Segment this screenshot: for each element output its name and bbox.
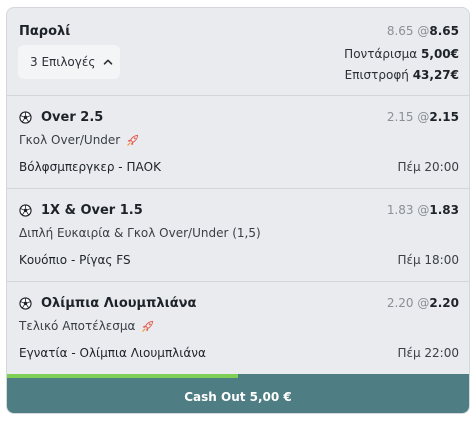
match-separator: - [70,253,76,267]
parlay-header: Παρολί 3 Επιλογές 8.65 @8.65 Ποντάρισμα … [7,8,469,96]
soccer-ball-icon [19,204,32,217]
bet-market: Γκολ Over/Under [19,133,139,147]
parlay-odds-plain: 8.65 [386,24,414,38]
bet-odds-plain: 2.15 [386,110,414,124]
odds-at-sign: @ [417,203,430,217]
bet-pick: 1X & Over 1.5 [19,203,143,218]
return-value: 43,27€ [412,68,459,82]
soccer-ball-icon [19,111,32,124]
stake-value: 5,00€ [421,47,459,61]
parlay-odds: 8.65 @8.65 [387,24,459,38]
bet-selection: Ολίμπια Λιουμπλιάνα Τελικό Αποτέλεσμα 2.… [7,282,469,375]
bet-odds: 2.15 @2.15 [387,110,459,124]
selections-dropdown[interactable]: 3 Επιλογές [18,45,120,79]
selections-label: 3 Επιλογές [30,55,96,69]
return-label: Επιστροφή [344,68,409,82]
stake-label: Ποντάρισμα [344,47,418,61]
bet-match[interactable]: Εγνατία - Ολίμπια Λιουμπλιάνα [19,346,206,360]
bet-market: Διπλή Ευκαιρία & Γκολ Over/Under (1,5) [19,226,261,240]
bet-selection: 1X & Over 1.5 Διπλή Ευκαιρία & Γκολ Over… [7,189,469,282]
match-time: Πέμ 20:00 [397,160,459,174]
bet-market-label: Διπλή Ευκαιρία & Γκολ Over/Under (1,5) [19,226,261,240]
bet-pick-label: Ολίμπια Λιουμπλιάνα [41,296,197,311]
bet-odds: 2.20 @2.20 [387,296,459,310]
home-team: Εγνατία [19,346,68,360]
stake-row: Ποντάρισμα 5,00€ [344,47,459,61]
bet-match[interactable]: Βόλφσμπεργκερ - ΠΑΟΚ [19,160,161,174]
bet-odds-value: 2.20 [429,296,459,310]
chevron-up-icon [103,57,113,67]
parlay-odds-value: 8.65 [429,24,459,38]
match-separator: - [71,346,76,360]
home-team: Κουόπιο [19,253,68,267]
bet-odds-plain: 1.83 [386,203,414,217]
match-time: Πέμ 22:00 [397,346,459,360]
match-separator: - [118,160,123,174]
bet-odds-value: 1.83 [429,203,459,217]
rocket-icon [127,134,139,146]
bet-pick: Over 2.5 [19,110,103,125]
bet-match[interactable]: Κουόπιο - Ρίγας FS [19,253,131,267]
bet-market: Τελικό Αποτέλεσμα [19,319,154,333]
bet-selection: Over 2.5 Γκολ Over/Under 2.15 @2.15 Βόλφ… [7,96,469,189]
bet-pick-label: Over 2.5 [41,110,104,125]
home-team: Βόλφσμπεργκερ [19,160,115,174]
soccer-ball-icon [19,297,32,310]
bet-market-label: Γκολ Over/Under [19,133,121,147]
odds-at-sign: @ [417,24,430,38]
away-team: ΠΑΟΚ [126,160,161,174]
parlay-title: Παρολί [19,24,71,39]
rocket-icon [142,320,154,332]
odds-at-sign: @ [417,110,430,124]
away-team: Ολίμπια Λιουμπλιάνα [79,346,206,360]
bet-odds-plain: 2.20 [386,296,414,310]
bet-pick: Ολίμπια Λιουμπλιάνα [19,296,196,311]
bet-pick-label: 1X & Over 1.5 [41,203,143,218]
bet-slip-card: Παρολί 3 Επιλογές 8.65 @8.65 Ποντάρισμα … [6,7,470,414]
bet-odds: 1.83 @1.83 [387,203,459,217]
bet-odds-value: 2.15 [429,110,459,124]
match-time: Πέμ 18:00 [397,253,459,267]
odds-at-sign: @ [417,296,430,310]
away-team: Ρίγας FS [79,253,131,267]
cash-out-button[interactable]: Cash Out 5,00 € [7,378,469,413]
return-row: Επιστροφή 43,27€ [345,68,459,82]
bet-market-label: Τελικό Αποτέλεσμα [19,319,136,333]
